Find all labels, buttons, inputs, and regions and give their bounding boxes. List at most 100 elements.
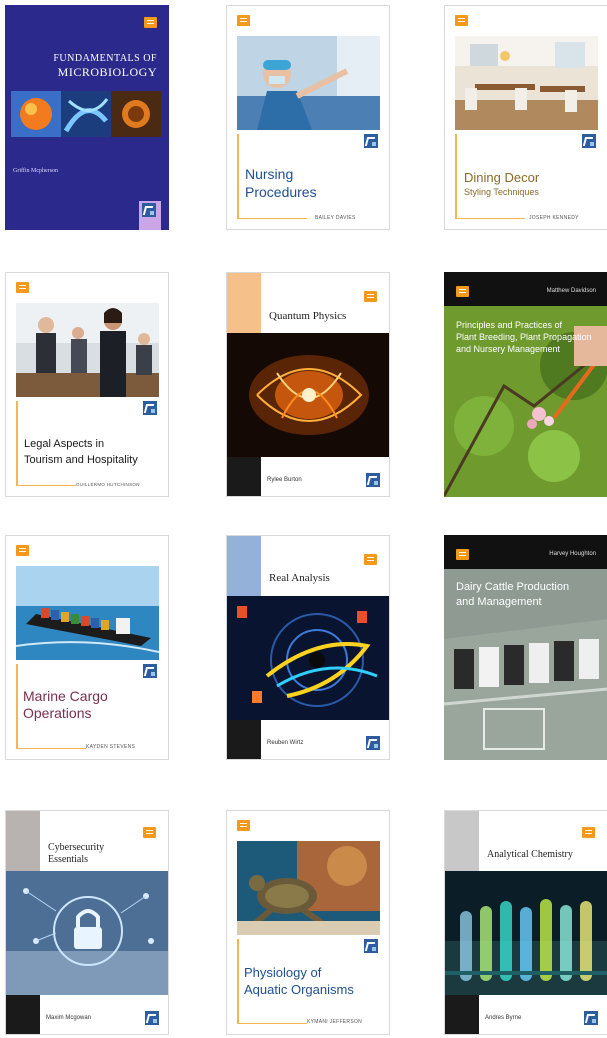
book-title-line1: Nursing (245, 166, 294, 182)
book-title-line1: Cybersecurity (48, 842, 105, 853)
cover-color-block (445, 811, 479, 871)
cover-accent-line (237, 134, 239, 218)
book-title-line1: FUNDAMENTALS OF (53, 53, 157, 64)
cover-accent-line (16, 401, 18, 485)
series-logo-icon (143, 827, 156, 838)
series-logo-icon (16, 545, 29, 556)
cover-image-business-people (16, 303, 159, 397)
microbe-images (11, 91, 161, 137)
cover-image-math-vortex (227, 596, 389, 720)
cover-color-block (227, 536, 261, 596)
book-cover-cybersecurity-essentials[interactable]: Cybersecurity Essentials Maxim Mcgowan (5, 810, 169, 1035)
series-logo-icon (364, 554, 377, 565)
cover-image-sea-turtle (237, 841, 380, 935)
cover-accent-rule (16, 748, 86, 749)
series-logo-icon (237, 820, 250, 831)
cover-image-cargo-ship (16, 566, 159, 660)
nurse-photo (237, 36, 380, 130)
book-cover-legal-aspects[interactable]: Legal Aspects in Tourism and Hospitality… (5, 272, 169, 497)
book-title-line2: Tourism and Hospitality (24, 454, 138, 466)
book-author: Maxim Mcgowan (46, 1015, 92, 1021)
book-title: Analytical Chemistry (487, 849, 573, 860)
cover-image-microbes (11, 91, 161, 137)
book-author: KAYDEN STEVENS (86, 744, 136, 750)
book-author: Matthew Davidson (546, 288, 596, 294)
book-cover-physiology-of-aquatic-organisms[interactable]: Physiology of Aquatic Organisms KYMANI J… (226, 810, 390, 1035)
cover-accent-rule (237, 218, 307, 219)
series-logo-icon (582, 827, 595, 838)
book-title-line1: Dairy Cattle Production (456, 581, 570, 593)
cover-accent-line (237, 939, 239, 1023)
series-logo-icon (237, 15, 250, 26)
book-cover-real-analysis[interactable]: Real Analysis Reuben Wirtz (226, 535, 390, 760)
cover-color-block (6, 811, 40, 871)
publisher-logo-icon (364, 134, 378, 148)
book-title-line1: Dining Decor (464, 170, 540, 185)
cover-accent-rule (455, 218, 525, 219)
book-cover-quantum-physics[interactable]: Quantum Physics Rylee Burton (226, 272, 390, 497)
series-logo-icon (455, 15, 468, 26)
test-tubes-photo (445, 871, 607, 995)
quantum-art (227, 333, 389, 457)
book-author: JOSEPH KENNEDY (529, 215, 579, 221)
publisher-logo-icon (582, 134, 596, 148)
book-cover-plant-breeding[interactable]: Matthew Davidson Principles and Practice… (444, 272, 607, 497)
cover-accent-line (455, 134, 457, 218)
cover-dark-block (227, 457, 261, 496)
series-logo-icon (364, 291, 377, 302)
book-title-line2: Plant Breeding, Plant Propagation (456, 332, 592, 342)
book-author: Reuben Wirtz (267, 740, 304, 746)
dining-room-photo (455, 36, 598, 130)
business-people-photo (16, 303, 159, 397)
book-cover-dairy-cattle[interactable]: Harvey Houghton Dairy Cattle Production … (444, 535, 607, 760)
book-title-line1: Physiology of (244, 965, 322, 980)
book-title-line3: and Nursery Management (456, 344, 561, 354)
book-author: Harvey Houghton (549, 551, 596, 557)
publisher-logo-icon (143, 664, 157, 678)
cyber-lock-art (6, 871, 168, 995)
series-logo-icon (456, 286, 469, 297)
book-title-line2: Aquatic Organisms (244, 982, 354, 997)
cover-dark-block (227, 720, 261, 759)
cargo-ship-photo (16, 566, 159, 660)
cover-accent-rule (16, 485, 76, 486)
cover-dark-block (6, 995, 40, 1034)
book-title-line2: and Management (456, 596, 542, 608)
book-cover-marine-cargo-operations[interactable]: Marine Cargo Operations KAYDEN STEVENS (5, 535, 169, 760)
sea-turtle-photo (237, 841, 380, 935)
book-author: Rylee Burton (267, 477, 302, 483)
book-author: KYMANI JEFFERSON (307, 1019, 363, 1025)
cover-accent-rule (237, 1023, 307, 1024)
book-cover-dining-decor[interactable]: Dining Decor Styling Techniques JOSEPH K… (444, 5, 607, 230)
book-title-line1: Principles and Practices of (456, 320, 563, 330)
cover-image-test-tubes (445, 871, 607, 995)
book-title-line2: Essentials (48, 854, 88, 865)
cover-image-nurse (237, 36, 380, 130)
book-title-line2: MICROBIOLOGY (57, 65, 157, 79)
book-title-line1: Marine Cargo (23, 688, 108, 704)
cover-image-lock (6, 871, 168, 995)
publisher-logo-icon (145, 1011, 159, 1025)
book-cover-nursing-procedures[interactable]: Nursing Procedures BAILEY DAVIES (226, 5, 390, 230)
publisher-logo-icon (366, 473, 380, 487)
cover-image-quantum (227, 333, 389, 457)
book-author: BAILEY DAVIES (315, 215, 356, 221)
book-title-line2: Operations (23, 705, 92, 721)
book-author: Griffin Mcpherson (13, 168, 59, 174)
book-title-line1: Legal Aspects in (24, 438, 105, 450)
book-title-line2: Procedures (245, 184, 317, 200)
cover-image-dining-room (455, 36, 598, 130)
publisher-logo-icon (143, 401, 157, 415)
math-vortex-art (227, 596, 389, 720)
series-logo-icon (456, 549, 469, 560)
publisher-logo-icon (584, 1011, 598, 1025)
series-logo-icon (16, 282, 29, 293)
book-title: Quantum Physics (269, 310, 347, 322)
series-logo-icon (144, 17, 157, 28)
book-cover-analytical-chemistry[interactable]: Analytical Chemistry Andres Byrne (444, 810, 607, 1035)
cover-dark-block (445, 995, 479, 1034)
publisher-logo-icon (364, 939, 378, 953)
book-cover-fundamentals-of-microbiology[interactable]: FUNDAMENTALS OF MICROBIOLOGY Griffin Mcp… (5, 5, 169, 230)
publisher-logo-icon (142, 203, 156, 217)
publisher-logo-icon (366, 736, 380, 750)
